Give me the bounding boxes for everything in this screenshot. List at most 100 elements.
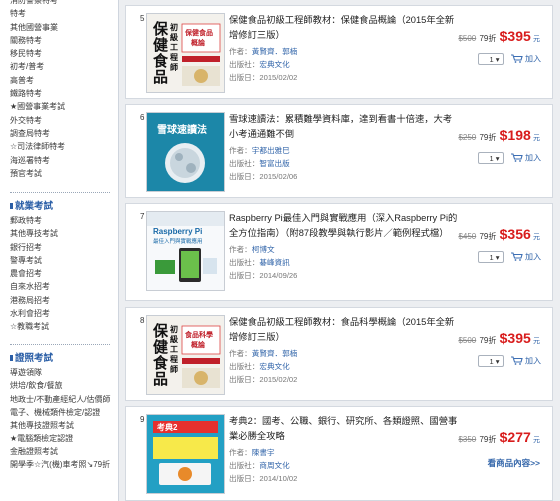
sidebar-category-link[interactable]: 外交特考: [10, 114, 116, 127]
svg-text:Raspberry Pi: Raspberry Pi: [153, 227, 202, 236]
add-to-cart-button[interactable]: [510, 355, 523, 367]
price-unit: 元: [533, 338, 540, 345]
sidebar-category-link[interactable]: 其他專技證照考試: [10, 419, 116, 432]
add-to-cart-label[interactable]: 加入: [525, 253, 541, 262]
sidebar-category-link[interactable]: 海巡署特考: [10, 154, 116, 167]
sidebar-category-link[interactable]: 水利會招考: [10, 307, 116, 320]
sale-price: $356: [499, 226, 531, 242]
discount-label: 79折: [479, 133, 497, 142]
author-link[interactable]: 陳書宇: [252, 448, 275, 457]
sidebar-category-link[interactable]: 自來水招考: [10, 280, 116, 293]
square-bullet-icon: [10, 355, 13, 362]
book-cover-image[interactable]: 保 健 食 品 初 級 工 程 師 食品科學 概論: [146, 315, 225, 395]
sidebar-category-link[interactable]: 初考/普考: [10, 60, 116, 73]
publisher-link[interactable]: 宏典文化: [259, 362, 289, 371]
rank-number: 7: [140, 212, 145, 221]
price-unit: 元: [533, 234, 540, 241]
cart-icon: [510, 152, 523, 162]
sidebar-category-link[interactable]: ★電腦類檢定認證: [10, 432, 116, 445]
sidebar-category-link[interactable]: ★國營事業考試: [10, 100, 116, 113]
author-row: 作者：柯博文: [229, 245, 275, 254]
add-to-cart-button[interactable]: [510, 251, 523, 263]
sale-price: $198: [499, 127, 531, 143]
publisher-row: 出版社：智富出版: [229, 159, 290, 168]
sidebar-category-link[interactable]: 關務特考: [10, 34, 116, 47]
employment-exam-header[interactable]: 就業考試: [10, 200, 53, 214]
rank-number: 5: [140, 14, 145, 23]
author-link[interactable]: 柯博文: [252, 245, 275, 254]
add-to-cart-row: 1 ▾ 加入: [477, 251, 541, 263]
publisher-row: 出版社：宏典文化: [229, 362, 290, 371]
add-to-cart-button[interactable]: [510, 152, 523, 164]
book-cover-image[interactable]: Raspberry Pi 最佳入門與實戰應用: [146, 211, 225, 291]
sidebar-category-link[interactable]: 高普考: [10, 74, 116, 87]
book-title-link[interactable]: 保健食品初級工程師教材：食品科學概論（2015年全新增修訂三版）: [229, 315, 459, 345]
add-to-cart-button[interactable]: [510, 53, 523, 65]
add-to-cart-label[interactable]: 加入: [525, 357, 541, 366]
svg-text:品: 品: [153, 69, 168, 86]
sidebar-category-link[interactable]: 地政士/不動產經紀人/估價師: [10, 393, 116, 406]
quantity-select[interactable]: 1 ▾: [477, 53, 504, 65]
sidebar-category-link[interactable]: 金融證照考試: [10, 445, 116, 458]
sidebar-category-link[interactable]: 開學季☆汽(機)車考照↘79折: [10, 458, 116, 471]
author-link[interactable]: 黃賢齊．郭楠: [252, 47, 298, 56]
price-unit: 元: [533, 36, 540, 43]
publisher-link[interactable]: 碁峰資訊: [259, 258, 289, 267]
original-price: $450: [458, 232, 477, 241]
add-to-cart-label[interactable]: 加入: [525, 55, 541, 64]
author-row: 作者：黃賢齊．郭楠: [229, 349, 298, 358]
book-title-link[interactable]: Raspberry Pi最佳入門與實戰應用（深入Raspberry Pi的全方位…: [229, 211, 459, 241]
employment-exam-list: 郵政特考 其他專技考試 銀行招考 警專考試 農會招考 自來水招考 港務局招考 水利會招考 ☆教職…: [10, 214, 116, 334]
publisher-link[interactable]: 智富出版: [259, 159, 289, 168]
quantity-select[interactable]: 1 ▾: [477, 355, 504, 367]
author-link[interactable]: 宇都出雅巳: [252, 146, 290, 155]
sidebar-category-link[interactable]: 郵政特考: [10, 214, 116, 227]
exam-category-list: 消防警察特考 特考 其他國營事業 關務特考 移民特考 初考/普考 高普考 鐵路特考 ★國營事業考…: [10, 0, 116, 180]
sidebar-category-link[interactable]: ☆教職考試: [10, 320, 116, 333]
publisher-link[interactable]: 商周文化: [259, 461, 289, 470]
book-cover-image[interactable]: 保 健 食 品 初 級 工 程 師 保健食品 概論: [146, 13, 225, 93]
sidebar-category-link[interactable]: 電子、機械類件檢定/認證: [10, 406, 116, 419]
sidebar-category-link[interactable]: 警專考試: [10, 254, 116, 267]
book-cover-image[interactable]: 考典2: [146, 414, 225, 494]
publish-date-row: 出版日：2015/02/06: [229, 172, 298, 181]
sidebar-category-link[interactable]: 銀行招考: [10, 241, 116, 254]
author-link[interactable]: 黃賢齊．郭楠: [252, 349, 298, 358]
book-title-link[interactable]: 考典2：國考、公職、銀行、研究所、各類證照、國營事業必勝全攻略: [229, 414, 459, 444]
book-title-link[interactable]: 保健食品初級工程師教材：保健食品概論（2015年全新增修訂三版）: [229, 13, 459, 43]
quantity-select[interactable]: 1 ▾: [477, 152, 504, 164]
certification-exam-header[interactable]: 證照考試: [10, 352, 53, 366]
sidebar-category-link[interactable]: 調查局特考: [10, 127, 116, 140]
book-cover-image[interactable]: 雪球速讀法: [146, 112, 225, 192]
sidebar-category-link[interactable]: 導遊領隊: [10, 366, 116, 379]
add-to-cart-row: 1 ▾ 加入: [477, 152, 541, 164]
rank-number: 6: [140, 113, 145, 122]
sidebar-category-link[interactable]: ☆司法律師特考: [10, 140, 116, 153]
square-bullet-icon: [10, 203, 13, 210]
svg-text:師: 師: [170, 62, 178, 72]
sidebar-divider: [10, 192, 110, 193]
sidebar-category-link[interactable]: 農會招考: [10, 267, 116, 280]
publish-date-row: 出版日：2015/02/02: [229, 73, 298, 82]
sidebar-category-link[interactable]: 港務局招考: [10, 294, 116, 307]
publisher-link[interactable]: 宏典文化: [259, 60, 289, 69]
sidebar-category-link[interactable]: 特考: [10, 7, 116, 20]
svg-text:級: 級: [170, 32, 178, 42]
book-title-link[interactable]: 雪球速讀法：累積難學資料庫，達到看書十倍速，大考小考通通難不倒: [229, 112, 459, 142]
sidebar-category-link[interactable]: 消防警察特考: [10, 0, 116, 7]
sidebar-category-link[interactable]: 移民特考: [10, 47, 116, 60]
add-to-cart-label[interactable]: 加入: [525, 154, 541, 163]
quantity-select[interactable]: 1 ▾: [477, 251, 504, 263]
sidebar-category-link[interactable]: 鐵路特考: [10, 87, 116, 100]
view-product-details-link[interactable]: 看商品內容>>: [488, 457, 540, 469]
sale-price: $395: [499, 28, 531, 44]
discount-label: 79折: [479, 34, 497, 43]
bestseller-list: 5 保 健 食 品 初 級 工 程 師 保健食品 概論 保健食品初級工程師教材：…: [125, 0, 560, 501]
sidebar-category-link[interactable]: 其他專技考試: [10, 227, 116, 240]
sidebar-category-link[interactable]: 烘培/飲食/餐旅: [10, 379, 116, 392]
discount-label: 79折: [479, 435, 497, 444]
sidebar-category-link[interactable]: 其他國營事業: [10, 21, 116, 34]
add-to-cart-row: 1 ▾ 加入: [477, 53, 541, 65]
sidebar-category-link[interactable]: 預官考試: [10, 167, 116, 180]
svg-text:概論: 概論: [191, 38, 206, 47]
